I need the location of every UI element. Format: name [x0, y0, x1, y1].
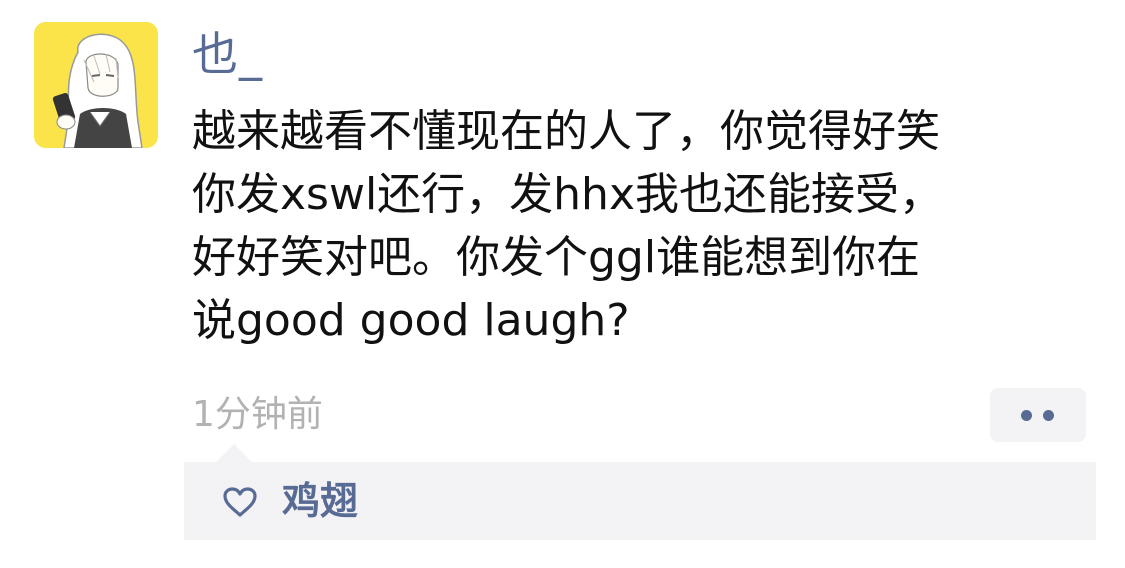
more-actions-button[interactable] [990, 388, 1086, 442]
post-text-line: 越来越看不懂现在的人了，你觉得好笑 [192, 106, 940, 157]
likes-panel: 鸡翅 [184, 462, 1096, 540]
timestamp: 1分钟前 [192, 394, 323, 435]
two-dots-icon [1021, 410, 1032, 421]
avatar-illustration [34, 22, 158, 148]
two-dots-icon [1043, 410, 1054, 421]
heart-outline-icon [223, 487, 257, 517]
post-text-line: 好好笑对吧。你发个ggl谁能想到你在 [192, 232, 921, 283]
username-link[interactable]: 也_ [192, 24, 263, 84]
post-text: 越来越看不懂现在的人了，你觉得好笑 你发xswl还行，发hhx我也还能接受， 好… [192, 100, 1092, 352]
post-text-line: 你发xswl还行，发hhx我也还能接受， [192, 169, 943, 220]
post-text-line: 说good good laugh? [192, 295, 630, 346]
likes-panel-caret [216, 444, 252, 462]
avatar[interactable] [34, 22, 158, 148]
liker-name-link[interactable]: 鸡翅 [282, 474, 358, 528]
